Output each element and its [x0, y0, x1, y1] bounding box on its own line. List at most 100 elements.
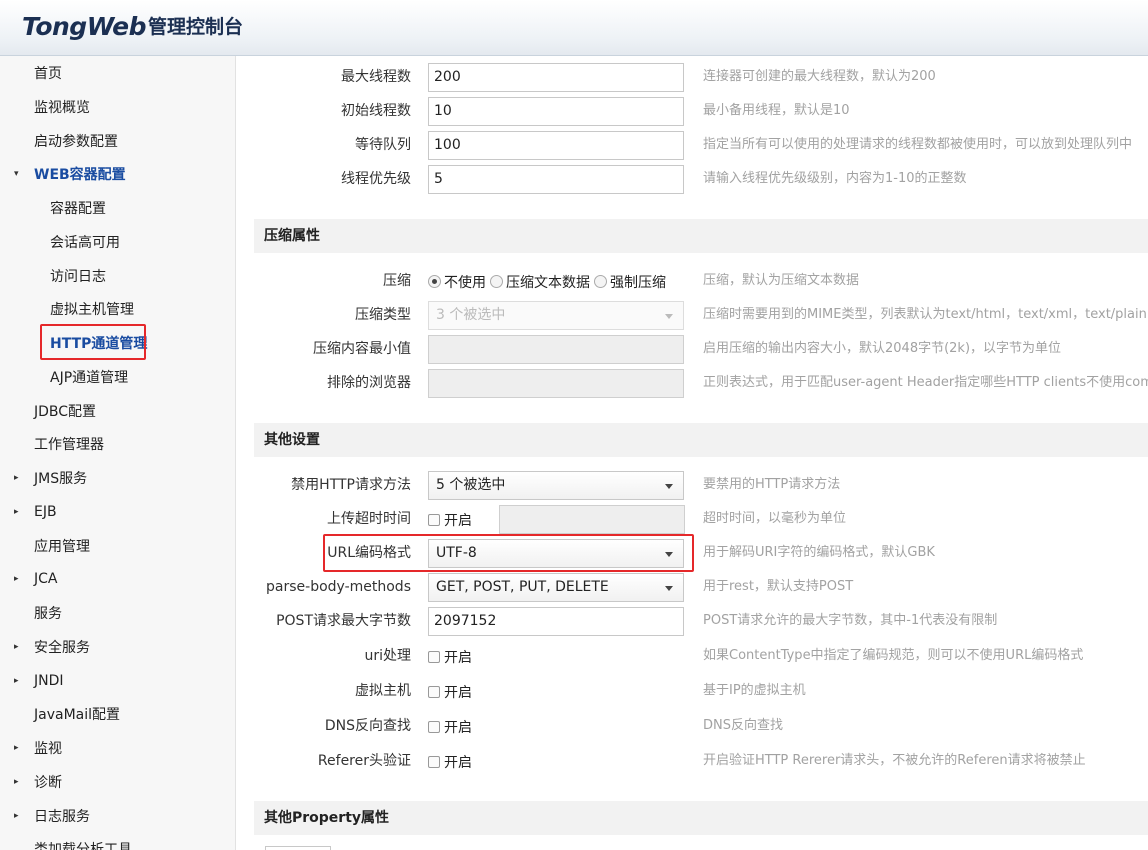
- thread-priority-input[interactable]: 5: [428, 165, 684, 194]
- header: TongWeb 管理控制台: [0, 0, 1148, 56]
- sidebar-item-ejb[interactable]: ▸ EJB: [0, 495, 235, 529]
- sidebar-item-label: 监视: [34, 741, 62, 757]
- sidebar-item-label: 容器配置: [50, 201, 106, 217]
- field-description: 要禁用的HTTP请求方法: [703, 477, 841, 492]
- form-row-parse-body-methods: parse-body-methods GET, POST, PUT, DELET…: [237, 570, 1148, 604]
- field-label: 最大线程数: [341, 69, 411, 85]
- sidebar-item-jms[interactable]: ▸ JMS服务: [0, 461, 235, 495]
- field-label: 压缩内容最小值: [313, 341, 411, 357]
- form-row-virtual-host: 虚拟主机 开启 基于IP的虚拟主机: [237, 674, 1148, 708]
- sidebar-item-label: JNDI: [34, 673, 64, 689]
- checkbox-label: 开启: [444, 649, 472, 666]
- upload-timeout-checkbox[interactable]: [428, 513, 440, 526]
- highlight-box-url-encoding: [323, 534, 694, 572]
- disabled-methods-select[interactable]: 5 个被选中: [428, 471, 684, 500]
- radio-off-label: 不使用: [444, 274, 486, 291]
- sidebar-item-label: JCA: [34, 571, 58, 587]
- field-label: 虚拟主机: [355, 683, 411, 699]
- field-description: DNS反向查找: [703, 718, 783, 733]
- min-threads-input[interactable]: 10: [428, 97, 684, 126]
- radio-compress-text[interactable]: [490, 275, 503, 288]
- field-description: 超时时间，以毫秒为单位: [703, 511, 847, 526]
- referer-check-checkbox[interactable]: [428, 755, 440, 768]
- sidebar-item-app-management[interactable]: 应用管理: [0, 529, 235, 563]
- sidebar-item-label: 服务: [34, 606, 62, 622]
- uri-handling-checkbox[interactable]: [428, 650, 440, 663]
- expand-arrow-icon: ▸: [14, 507, 19, 517]
- upload-timeout-input[interactable]: [499, 505, 685, 534]
- sidebar-item-home[interactable]: 首页: [0, 56, 235, 90]
- field-label: 等待队列: [355, 137, 411, 153]
- expand-arrow-icon: ▸: [14, 811, 19, 821]
- field-label: DNS反向查找: [324, 718, 411, 734]
- sidebar-item-jndi[interactable]: ▸ JNDI: [0, 664, 235, 698]
- sidebar-item-work-manager[interactable]: 工作管理器: [0, 427, 235, 461]
- sidebar-item-access-log[interactable]: 访问日志: [0, 259, 235, 293]
- field-description: 压缩，默认为压缩文本数据: [703, 273, 860, 288]
- form-row-accept-queue: 等待队列 100 指定当所有可以使用的处理请求的线程数都被使用时，可以放到处理队…: [237, 128, 1148, 162]
- logo-main: TongWeb: [22, 12, 147, 41]
- select-value: GET, POST, PUT, DELETE: [436, 579, 609, 595]
- sidebar-item-startup-params[interactable]: 启动参数配置: [0, 124, 235, 158]
- section-header-compression: 压缩属性: [254, 219, 1148, 253]
- sidebar-item-label: 诊断: [34, 775, 62, 791]
- sidebar-item-label: 首页: [34, 66, 62, 82]
- chevron-down-icon: [665, 484, 673, 489]
- dns-lookup-checkbox[interactable]: [428, 720, 440, 733]
- sidebar-item-web-container[interactable]: ▾ WEB容器配置: [0, 157, 235, 191]
- sidebar-item-jca[interactable]: ▸ JCA: [0, 562, 235, 596]
- sidebar-item-javamail[interactable]: JavaMail配置: [0, 697, 235, 731]
- sidebar-item-monitoring[interactable]: ▸ 监视: [0, 731, 235, 765]
- property-add-button[interactable]: [265, 846, 331, 850]
- accept-queue-input[interactable]: 100: [428, 131, 684, 160]
- sidebar-item-log-service[interactable]: ▸ 日志服务: [0, 799, 235, 833]
- radio-off[interactable]: [428, 275, 441, 288]
- field-description: POST请求允许的最大字节数，其中-1代表没有限制: [703, 613, 998, 628]
- tongweb-logo: TongWeb 管理控制台: [22, 12, 243, 41]
- max-post-size-input[interactable]: 2097152: [428, 607, 684, 636]
- main-content: 最大线程数 200 连接器可创建的最大线程数，默认为200 初始线程数 10 最…: [237, 56, 1148, 850]
- radio-force-compress-label: 强制压缩: [610, 274, 666, 291]
- sidebar-item-virtual-host[interactable]: 虚拟主机管理: [0, 292, 235, 326]
- sidebar-item-label: 会话高可用: [50, 235, 120, 251]
- form-row-referer-check: Referer头验证 开启 开启验证HTTP Rererer请求头，不被允许的R…: [237, 744, 1148, 778]
- expand-arrow-icon: ▸: [14, 473, 19, 483]
- sidebar-item-ajp-channel[interactable]: AJP通道管理: [0, 360, 235, 394]
- highlight-box-http-channel: [40, 324, 146, 360]
- sidebar-item-label: 应用管理: [34, 539, 90, 555]
- sidebar-item-classloader-tool[interactable]: 类加载分析工具: [0, 832, 235, 850]
- excluded-browsers-input[interactable]: [428, 369, 684, 398]
- field-label: 排除的浏览器: [327, 375, 411, 391]
- form-row-thread-priority: 线程优先级 5 请输入线程优先级级别，内容为1-10的正整数: [237, 162, 1148, 196]
- section-header-property: 其他Property属性: [254, 801, 1148, 835]
- sidebar-item-monitor-overview[interactable]: 监视概览: [0, 90, 235, 124]
- field-description: 启用压缩的输出内容大小，默认2048字节(2k)，以字节为单位: [703, 341, 1062, 356]
- sidebar-item-session-ha[interactable]: 会话高可用: [0, 225, 235, 259]
- radio-compress-text-label: 压缩文本数据: [506, 274, 590, 291]
- sidebar-item-jdbc[interactable]: JDBC配置: [0, 394, 235, 428]
- sidebar-item-diagnostics[interactable]: ▸ 诊断: [0, 765, 235, 799]
- field-label: Referer头验证: [317, 753, 411, 769]
- sidebar-item-label: AJP通道管理: [50, 370, 129, 386]
- virtual-host-checkbox[interactable]: [428, 685, 440, 698]
- sidebar-item-container-config[interactable]: 容器配置: [0, 191, 235, 225]
- field-description: 用于解码URI字符的编码格式，默认GBK: [703, 545, 935, 560]
- field-description: 请输入线程优先级级别，内容为1-10的正整数: [703, 171, 967, 186]
- form-row-disabled-methods: 禁用HTTP请求方法 5 个被选中 要禁用的HTTP请求方法: [237, 468, 1148, 502]
- radio-force-compress[interactable]: [594, 275, 607, 288]
- sidebar-item-label: 虚拟主机管理: [50, 302, 134, 318]
- max-threads-input[interactable]: 200: [428, 63, 684, 92]
- field-label: 禁用HTTP请求方法: [291, 477, 411, 493]
- compression-type-select[interactable]: 3 个被选中: [428, 301, 684, 330]
- field-description: 基于IP的虚拟主机: [703, 683, 806, 698]
- parse-body-methods-select[interactable]: GET, POST, PUT, DELETE: [428, 573, 684, 602]
- field-description: 开启验证HTTP Rererer请求头，不被允许的Referen请求将被禁止: [703, 753, 1086, 768]
- compression-min-input[interactable]: [428, 335, 684, 364]
- field-label: 线程优先级: [341, 171, 411, 187]
- checkbox-label: 开启: [444, 754, 472, 771]
- chevron-down-icon: [665, 586, 673, 591]
- sidebar-item-services[interactable]: 服务: [0, 596, 235, 630]
- sidebar-item-security[interactable]: ▸ 安全服务: [0, 630, 235, 664]
- form-row-max-threads: 最大线程数 200 连接器可创建的最大线程数，默认为200: [237, 60, 1148, 94]
- field-label: POST请求最大字节数: [276, 613, 411, 629]
